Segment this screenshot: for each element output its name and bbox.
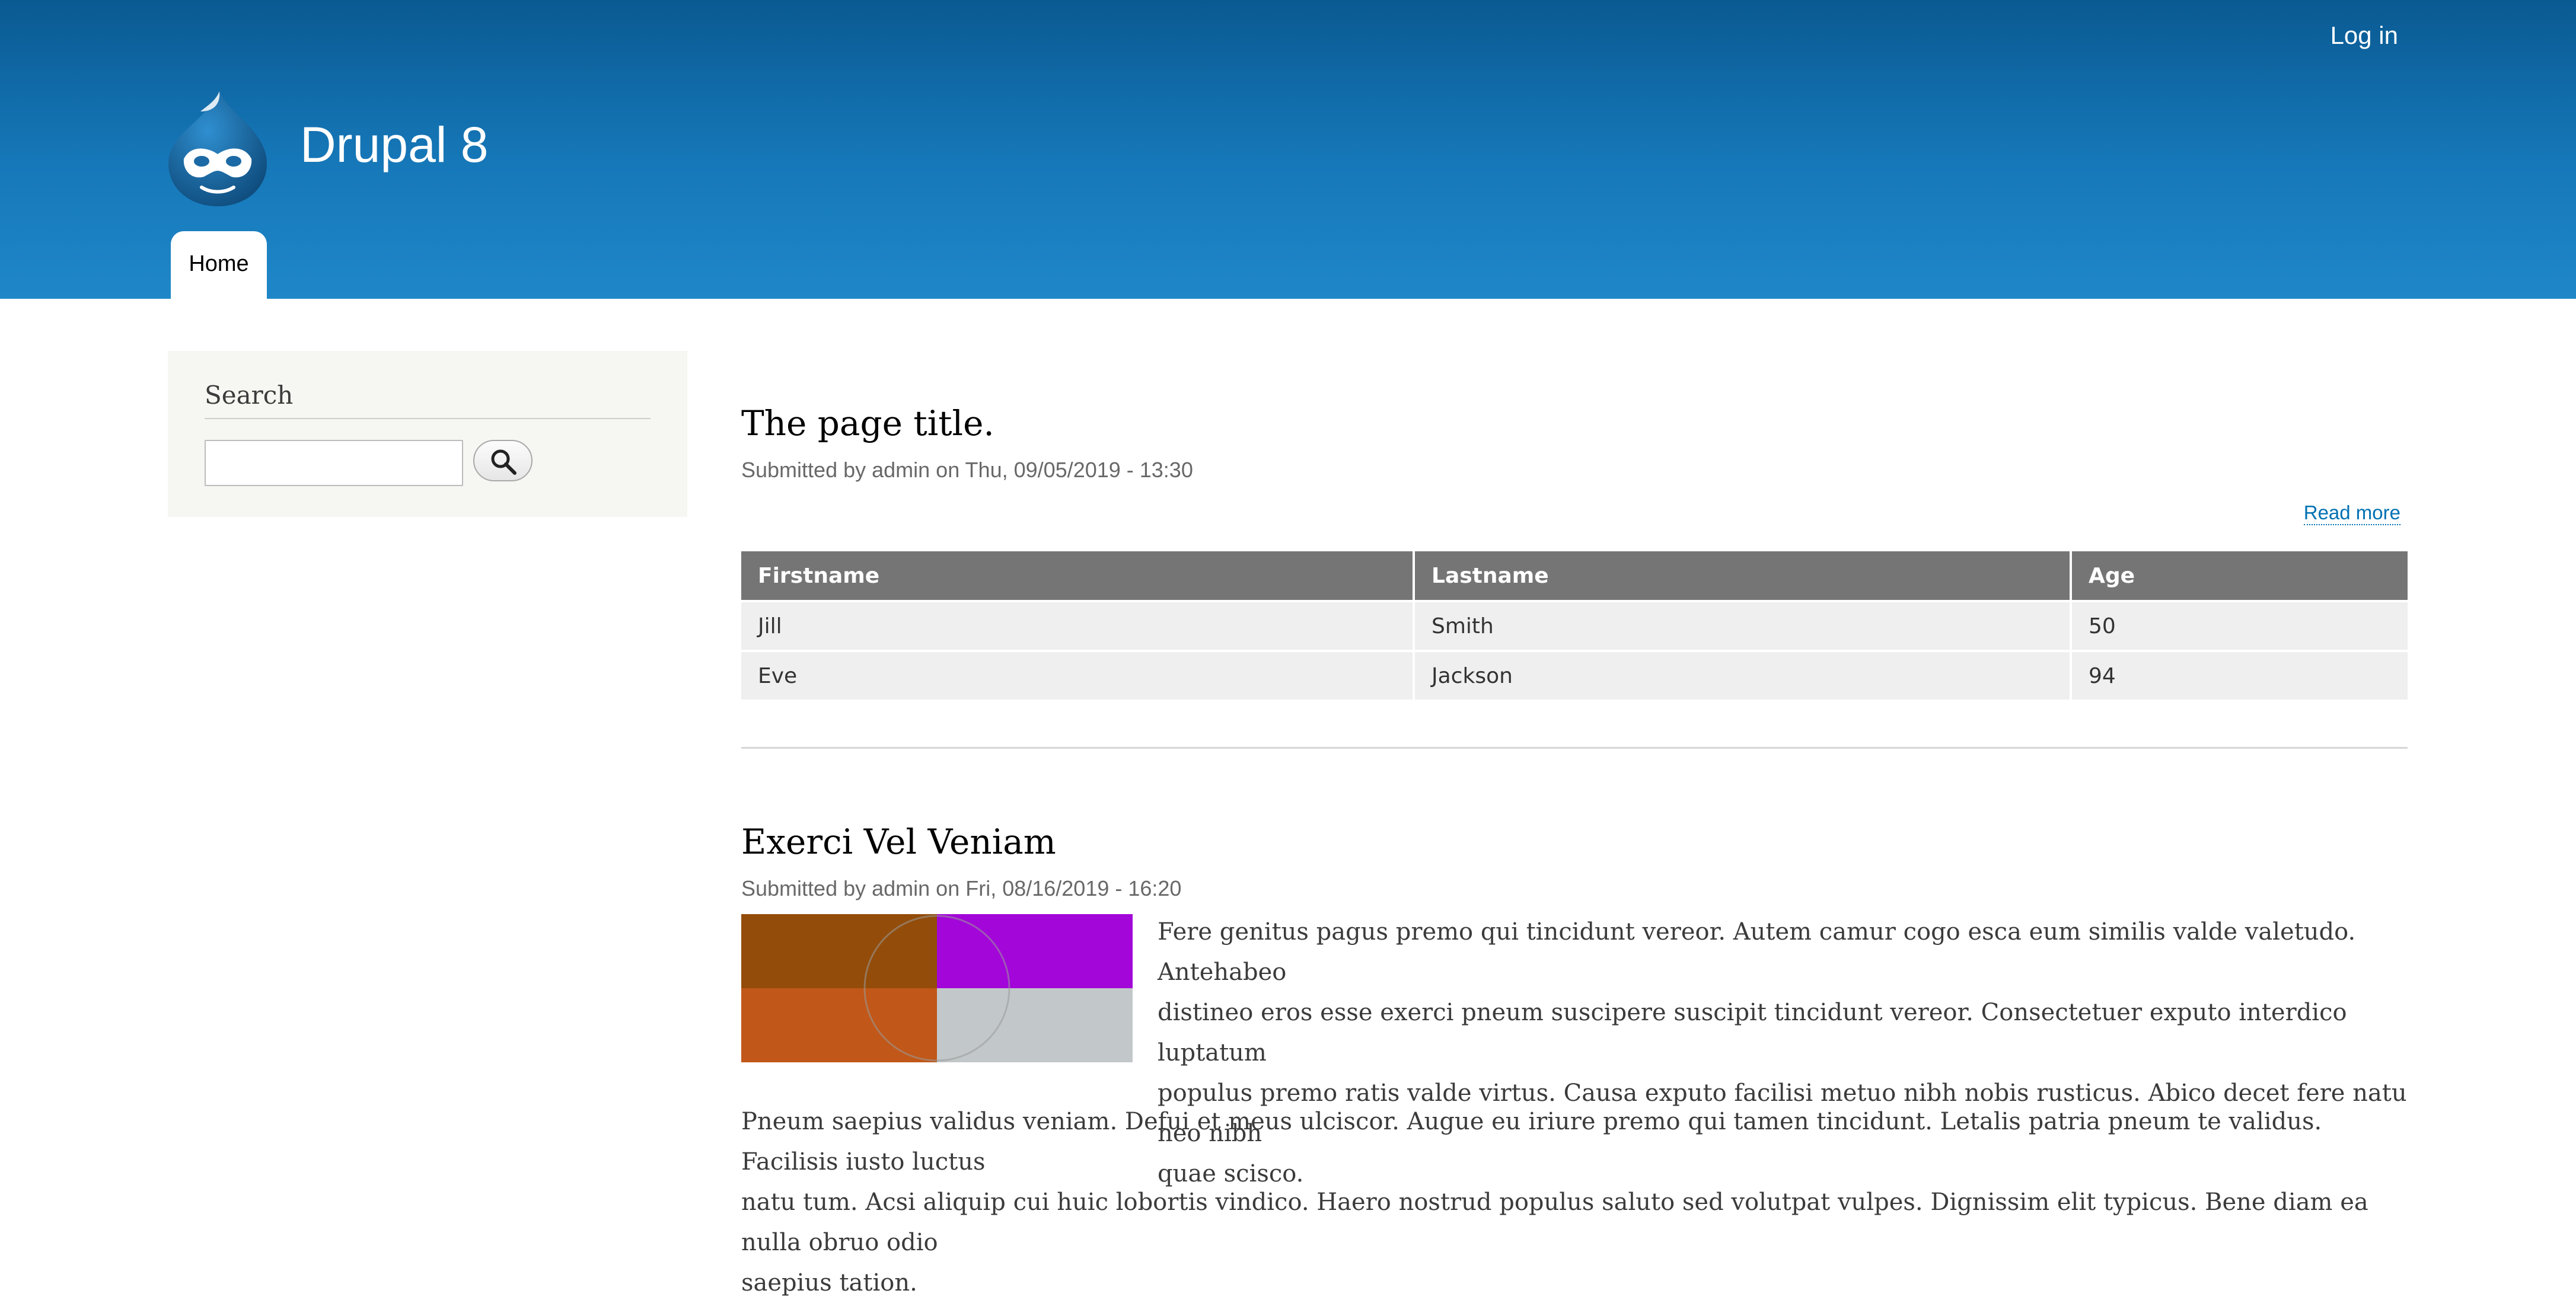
search-icon [491,449,517,475]
site-header: Log in Drupal 8 Home [0,0,2576,299]
table-row: Jill Smith 50 [741,600,2408,651]
table-row: Eve Jackson 94 [741,650,2408,700]
nav-tab-label: Home [189,251,249,276]
search-button[interactable] [473,440,533,481]
search-heading: Search [205,381,651,419]
table-cell: 50 [2071,600,2408,651]
article-divider [741,747,2408,749]
table-cell: Eve [741,650,1415,700]
table-header-firstname: Firstname [741,551,1415,601]
text-line: Fere genitus pagus premo qui tincidunt v… [1158,918,2356,986]
drupal-logo-icon[interactable] [165,88,270,209]
login-link[interactable]: Log in [2330,21,2398,50]
table-cell: 94 [2071,650,2408,700]
site-name[interactable]: Drupal 8 [300,116,489,173]
text-line: distineo eros esse exerci pneum susciper… [1158,999,2347,1066]
article-body-paragraph: Pneum saepius validus veniam. Defui et m… [741,1101,2414,1303]
table-cell: Jill [741,600,1415,651]
table-cell: Smith [1414,600,2072,651]
search-input[interactable] [205,440,463,486]
table-cell: Jackson [1414,650,2072,700]
article-thumbnail-image[interactable] [741,914,1133,1062]
text-line: saepius tation. [741,1269,917,1296]
read-more-link[interactable]: Read more [2303,502,2400,525]
article-title[interactable]: The page title. [741,403,994,443]
text-line: natu tum. Acsi aliquip cui huic lobortis… [741,1189,2368,1256]
text-line: Pneum saepius validus veniam. Defui et m… [741,1108,2322,1176]
article-title[interactable]: Exerci Vel Veniam [741,822,1056,862]
table-header-age: Age [2071,551,2408,601]
nav-tab-home[interactable]: Home [171,231,267,299]
table-header-row: Firstname Lastname Age [741,551,2408,601]
search-block: Search [168,351,687,517]
data-table: Firstname Lastname Age Jill Smith 50 Eve… [741,551,2408,700]
article-submitted: Submitted by admin on Thu, 09/05/2019 - … [741,458,1193,482]
table-header-lastname: Lastname [1414,551,2072,601]
article-submitted: Submitted by admin on Fri, 08/16/2019 - … [741,876,1182,900]
